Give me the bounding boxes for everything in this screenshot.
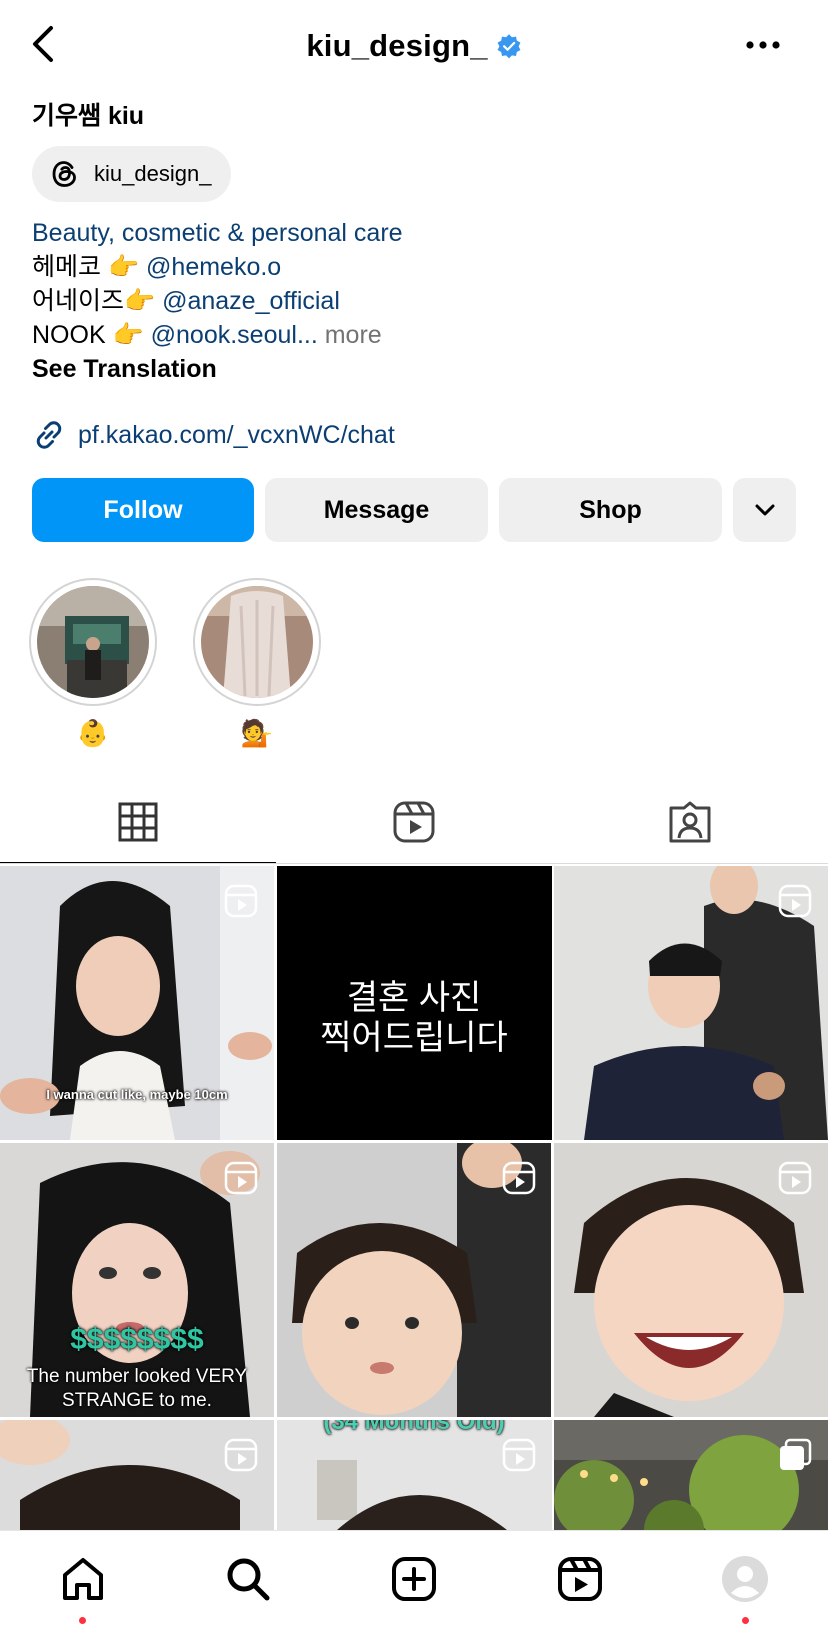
reel-badge-icon bbox=[224, 884, 258, 918]
verified-badge-icon bbox=[497, 34, 521, 59]
tab-reels[interactable] bbox=[276, 780, 552, 864]
create-post-icon bbox=[391, 1557, 436, 1601]
nav-search[interactable] bbox=[216, 1555, 280, 1615]
highlight-label: 💁 bbox=[240, 718, 274, 748]
bio-more-link[interactable]: more bbox=[318, 321, 382, 349]
highlight-cover-image bbox=[37, 586, 149, 698]
post-text-line: 결혼 사진 bbox=[346, 979, 482, 1017]
reel-badge-icon bbox=[502, 1161, 535, 1195]
bio-text: NOOK 👉 bbox=[32, 321, 151, 349]
profile-category: Beauty, cosmetic & personal care bbox=[32, 219, 403, 247]
reels-icon bbox=[393, 801, 435, 843]
profile-action-buttons: Follow Message Shop bbox=[32, 478, 796, 542]
reel-badge-icon bbox=[778, 1161, 812, 1195]
post-thumbnail[interactable] bbox=[554, 1143, 828, 1417]
message-button[interactable]: Message bbox=[265, 478, 488, 542]
carousel-badge-icon bbox=[780, 1438, 812, 1470]
nav-profile[interactable] bbox=[713, 1555, 777, 1624]
threads-badge[interactable]: kiu_design_ bbox=[32, 146, 232, 202]
mention-link-anaze[interactable]: @anaze_official bbox=[162, 287, 340, 315]
bio-line: 헤메코 👉 @hemeko.o bbox=[32, 250, 403, 284]
shop-button[interactable]: Shop bbox=[499, 478, 722, 542]
post-text-overlay: 결혼 사진 찍어드립니다 bbox=[277, 978, 552, 1058]
mention-link-nook[interactable]: @nook.seoul... bbox=[151, 321, 318, 349]
post-caption-overlay: (34 Months Old) bbox=[323, 1420, 505, 1435]
highlight-label: 👶 bbox=[76, 718, 110, 748]
bio-text: 헤메코 👉 bbox=[32, 253, 147, 281]
post-caption-money: $$$$$$$$ bbox=[70, 1323, 204, 1356]
notification-dot bbox=[79, 1617, 87, 1624]
nav-create[interactable] bbox=[382, 1555, 446, 1615]
reel-badge-icon bbox=[502, 1438, 535, 1472]
post-thumbnail[interactable]: 결혼 사진 찍어드립니다 bbox=[276, 866, 552, 1140]
search-icon bbox=[227, 1558, 270, 1601]
post-caption-overlay: The number looked VERY STRANGE to me. bbox=[26, 1366, 248, 1411]
post-text-line: 찍어드립니다 bbox=[320, 1019, 508, 1057]
nav-reels[interactable] bbox=[548, 1555, 612, 1615]
tab-tagged[interactable] bbox=[552, 780, 828, 864]
story-highlights: 👶 💁 bbox=[28, 578, 322, 748]
suggested-accounts-button[interactable] bbox=[733, 478, 796, 542]
notification-dot bbox=[741, 1617, 749, 1624]
grid-icon bbox=[118, 802, 158, 842]
post-thumbnail[interactable] bbox=[554, 866, 828, 1140]
see-translation-link[interactable]: See Translation bbox=[32, 352, 403, 386]
top-bar: kiu_design_ bbox=[0, 0, 828, 90]
highlight-ring bbox=[193, 578, 321, 706]
highlight-ring bbox=[29, 578, 157, 706]
reel-badge-icon bbox=[224, 1438, 258, 1472]
profile-full-name: 기우쌤 kiu bbox=[32, 102, 145, 130]
link-url: pf.kakao.com/_vcxnWC/chat bbox=[78, 420, 395, 449]
profile-bio: Beauty, cosmetic & personal care 헤메코 👉 @… bbox=[32, 216, 403, 386]
link-icon bbox=[36, 421, 62, 449]
threads-icon bbox=[52, 161, 76, 187]
more-options-button[interactable] bbox=[738, 30, 788, 60]
username: kiu_design_ bbox=[306, 27, 488, 63]
nav-home[interactable] bbox=[51, 1555, 115, 1624]
post-thumbnail[interactable] bbox=[276, 1143, 552, 1417]
post-caption-overlay: I wanna cut like, maybe 10cm bbox=[46, 1087, 228, 1102]
profile-username-header: kiu_design_ bbox=[0, 26, 828, 64]
post-thumbnail[interactable]: I wanna cut like, maybe 10cm bbox=[0, 866, 274, 1140]
highlight-item[interactable]: 👶 bbox=[28, 578, 158, 748]
more-horizontal-icon bbox=[746, 41, 780, 49]
tagged-person-icon bbox=[669, 801, 711, 843]
profile-external-link[interactable]: pf.kakao.com/_vcxnWC/chat bbox=[32, 418, 395, 452]
highlight-cover-image bbox=[201, 586, 313, 698]
bio-text: 어네이즈👉 bbox=[32, 287, 163, 315]
chevron-down-icon bbox=[755, 504, 774, 516]
bio-line: NOOK 👉 @nook.seoul... more bbox=[32, 318, 403, 352]
bio-line: 어네이즈👉 @anaze_official bbox=[32, 284, 403, 318]
highlight-item[interactable]: 💁 bbox=[192, 578, 322, 748]
posts-grid: I wanna cut like, maybe 10cm 결혼 사진 찍어드립니… bbox=[0, 866, 828, 1628]
reel-badge-icon bbox=[224, 1161, 258, 1195]
reel-badge-icon bbox=[778, 884, 812, 918]
threads-handle: kiu_design_ bbox=[94, 161, 212, 186]
tabs-divider bbox=[0, 863, 828, 864]
follow-button[interactable]: Follow bbox=[32, 478, 254, 542]
tab-posts-grid[interactable] bbox=[0, 780, 276, 864]
profile-avatar bbox=[722, 1556, 769, 1602]
post-thumbnail[interactable]: $$$$$$$$ The number looked VERY STRANGE … bbox=[0, 1143, 274, 1417]
mention-link-hemeko[interactable]: @hemeko.o bbox=[146, 253, 281, 281]
home-icon bbox=[62, 1558, 103, 1600]
bottom-navigation-bar bbox=[0, 1530, 828, 1628]
reels-icon bbox=[557, 1557, 602, 1601]
profile-content-tabs bbox=[0, 780, 828, 864]
